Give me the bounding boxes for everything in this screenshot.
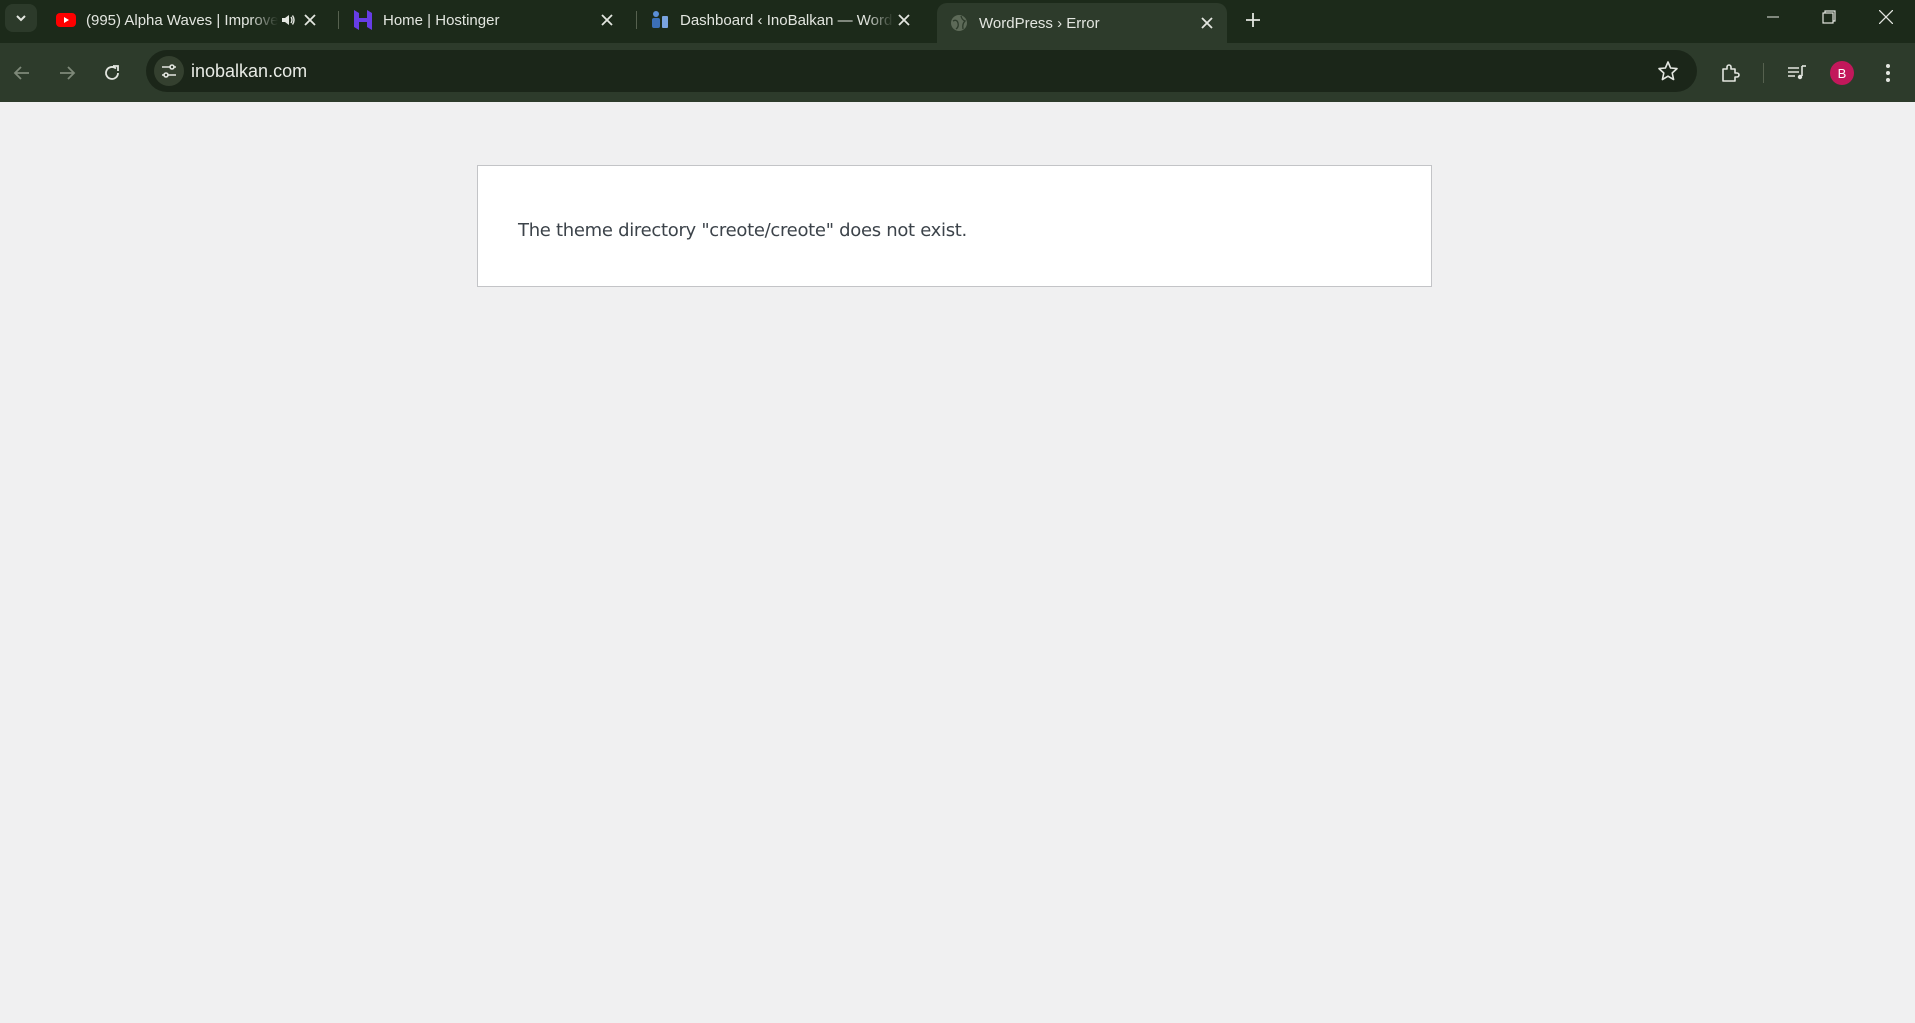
tab-title: Home | Hostinger bbox=[383, 11, 500, 29]
tab-youtube[interactable]: (995) Alpha Waves | Improve bbox=[44, 3, 330, 37]
more-vert-icon bbox=[1886, 64, 1890, 82]
queue-music-icon bbox=[1788, 65, 1806, 80]
extensions-button[interactable] bbox=[1717, 59, 1745, 87]
address-bar[interactable]: inobalkan.com bbox=[146, 50, 1697, 92]
toolbar-separator bbox=[1763, 63, 1764, 83]
hostinger-icon bbox=[353, 10, 373, 30]
minimize-icon bbox=[1767, 16, 1779, 18]
profile-avatar[interactable]: B bbox=[1830, 61, 1854, 85]
close-window-button[interactable] bbox=[1858, 0, 1914, 34]
tab-wordpress-error[interactable]: WordPress › Error bbox=[937, 3, 1227, 43]
back-button[interactable] bbox=[6, 57, 38, 89]
error-box: The theme directory "creote/creote" does… bbox=[477, 165, 1432, 287]
url-text[interactable]: inobalkan.com bbox=[191, 61, 307, 82]
forward-button[interactable] bbox=[51, 57, 83, 89]
minimize-button[interactable] bbox=[1745, 0, 1801, 34]
close-tab-icon[interactable] bbox=[894, 10, 914, 30]
tab-title: (995) Alpha Waves | Improve bbox=[86, 11, 278, 29]
page-viewport: The theme directory "creote/creote" does… bbox=[0, 102, 1915, 1023]
close-tab-icon[interactable] bbox=[1197, 13, 1217, 33]
tab-separator bbox=[636, 11, 637, 29]
media-controls-button[interactable] bbox=[1783, 59, 1811, 87]
reload-button[interactable] bbox=[96, 57, 128, 89]
close-tab-icon[interactable] bbox=[597, 10, 617, 30]
tab-hostinger[interactable]: Home | Hostinger bbox=[341, 3, 627, 37]
wordpress-site-icon bbox=[650, 10, 670, 30]
site-info-button[interactable] bbox=[154, 56, 184, 86]
close-icon bbox=[1879, 10, 1893, 24]
tab-dashboard[interactable]: Dashboard ‹ InoBalkan — WordPress bbox=[638, 3, 924, 37]
browser-toolbar: inobalkan.com B bbox=[0, 43, 1915, 102]
arrow-right-icon bbox=[60, 66, 76, 80]
new-tab-button[interactable] bbox=[1241, 8, 1265, 32]
plus-icon bbox=[1246, 13, 1260, 27]
chevron-down-icon bbox=[16, 15, 26, 22]
arrow-left-icon bbox=[13, 66, 29, 80]
globe-icon bbox=[949, 13, 969, 33]
error-message: The theme directory "creote/creote" does… bbox=[518, 220, 967, 241]
tab-title: WordPress › Error bbox=[979, 14, 1100, 32]
puzzle-icon bbox=[1722, 64, 1740, 82]
tab-separator bbox=[338, 11, 339, 29]
bookmark-star-icon[interactable] bbox=[1657, 60, 1679, 82]
browser-menu-button[interactable] bbox=[1874, 59, 1902, 87]
tab-strip: (995) Alpha Waves | Improve Home | Hosti… bbox=[0, 0, 1915, 43]
reload-icon bbox=[105, 65, 119, 80]
restore-icon bbox=[1822, 10, 1836, 24]
audio-playing-icon[interactable] bbox=[278, 10, 298, 30]
close-tab-icon[interactable] bbox=[300, 10, 320, 30]
tab-title: Dashboard ‹ InoBalkan — WordPress bbox=[680, 11, 894, 29]
tune-icon bbox=[162, 64, 176, 78]
restore-button[interactable] bbox=[1801, 0, 1857, 34]
youtube-icon bbox=[56, 10, 76, 30]
tab-search-button[interactable] bbox=[5, 4, 37, 32]
